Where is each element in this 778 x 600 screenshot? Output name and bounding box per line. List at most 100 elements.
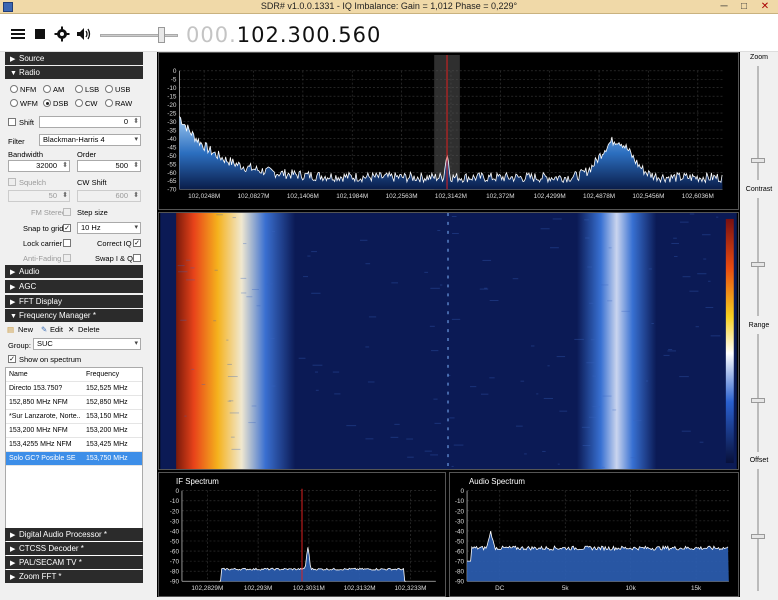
group-label: Group: [8, 341, 31, 350]
stepsize-select[interactable]: 10 Hz [77, 222, 141, 234]
show-on-spectrum-checkbox[interactable]: ✓ [8, 355, 16, 363]
zoom-label: Zoom [750, 54, 768, 61]
y-tick-label: 0 [461, 488, 465, 495]
noise-streak [547, 365, 550, 367]
y-tick-label: -10 [455, 498, 465, 505]
agc-header[interactable]: ▶ AGC [5, 280, 143, 293]
waterfall-panel[interactable] [158, 212, 739, 470]
noise-streak [424, 450, 432, 452]
offset-slider-track[interactable] [757, 469, 759, 591]
new-icon: ▤ [7, 325, 15, 334]
mode-radio-usb[interactable] [105, 85, 113, 93]
range-slider-track[interactable] [757, 334, 759, 452]
snap-checkbox[interactable]: ✓ [63, 224, 71, 232]
edit-button[interactable]: Edit [50, 325, 63, 334]
mode-radio-wfm[interactable] [10, 99, 18, 107]
table-row[interactable]: *Sur Lanzarote, Norte... 153,150 MHz [6, 410, 142, 424]
noise-streak [679, 376, 689, 378]
filter-select[interactable]: Blackman-Harris 4 [39, 134, 141, 146]
squelch-checkbox[interactable] [8, 178, 16, 186]
noise-streak [608, 247, 612, 249]
frequency-manager-header[interactable]: ▼ Frequency Manager * [5, 309, 143, 322]
table-row[interactable]: 153,200 MHz NFM 153,200 MHz [6, 424, 142, 438]
frequency-display[interactable]: 000.102.300.560 [186, 23, 381, 47]
row-name: 152,850 MHz NFM [9, 399, 68, 406]
squelch-input[interactable]: 50 [8, 190, 70, 202]
if-spectrum-panel[interactable]: IF Spectrum 0 -10 -20 -30 -40 -50 -60 -70 -80 -90… [158, 472, 446, 597]
close-button[interactable]: ✕ [755, 1, 775, 13]
table-row-selected[interactable]: Solo GC? Posible SE 153,750 MHz [6, 452, 142, 466]
spectrum-panel[interactable]: 0 -5-10 -15-20 -25-30-35 -40-45 -50-55 -60-65 -… [158, 52, 739, 210]
table-row[interactable]: Directo 153.750? 152,525 MHz [6, 382, 142, 396]
column-header-name[interactable]: Name [9, 368, 81, 382]
zoom-slider-thumb[interactable] [751, 158, 765, 163]
fft-display-header[interactable]: ▶ FFT Display [5, 295, 143, 308]
contrast-slider-track[interactable] [757, 198, 759, 316]
swapiq-label: Swap I & Q [95, 254, 133, 263]
noise-streak [424, 271, 429, 273]
mode-radio-lsb[interactable] [75, 85, 83, 93]
row-frequency: 152,850 MHz [86, 399, 128, 406]
mode-label-raw: RAW [115, 99, 133, 108]
volume-slider-thumb[interactable] [158, 27, 165, 43]
order-input[interactable]: 500 [77, 160, 141, 172]
delete-button[interactable]: Delete [78, 325, 100, 334]
ctcss-decoder-header[interactable]: ▶ CTCSS Decoder * [5, 542, 143, 555]
mode-radio-am[interactable] [43, 85, 51, 93]
gear-icon[interactable] [54, 26, 70, 42]
y-tick-label: -40 [455, 528, 465, 535]
speaker-icon[interactable] [76, 26, 92, 42]
new-button[interactable]: New [18, 325, 33, 334]
y-tick-label: -50 [167, 153, 177, 160]
source-header[interactable]: ▶ Source [5, 52, 143, 65]
frequency-prefix: 000. [186, 23, 237, 47]
fmstereo-label: FM Stereo [31, 208, 67, 217]
x-tick-label: 102,372M [486, 193, 515, 200]
noise-streak [201, 383, 206, 385]
shift-checkbox[interactable] [8, 118, 16, 126]
group-select[interactable]: SUC [33, 338, 141, 350]
fmstereo-checkbox[interactable] [63, 208, 71, 216]
offset-slider-thumb[interactable] [751, 534, 765, 539]
x-tick-label: 102,1406M [287, 193, 319, 200]
zoom-fft-header[interactable]: ▶ Zoom FFT * [5, 570, 143, 583]
shift-input[interactable]: 0 [39, 116, 141, 128]
lockcarrier-checkbox[interactable] [63, 239, 71, 247]
y-tick-label: 0 [173, 68, 177, 75]
pal-secam-header[interactable]: ▶ PAL/SECAM TV * [5, 556, 143, 569]
radio-header[interactable]: ▼ Radio [5, 66, 143, 79]
noise-streak [530, 345, 535, 347]
table-row[interactable]: 153,4255 MHz NFM 153,425 MHz [6, 438, 142, 452]
correctiq-checkbox[interactable]: ✓ [133, 239, 141, 247]
noise-streak [177, 265, 185, 267]
noise-streak [430, 454, 438, 456]
y-tick-label: -15 [167, 94, 177, 101]
if-spectrum-y-ticks: 0 -10 -20 -30 -40 -50 -60 -70 -80 -90 [170, 488, 180, 586]
bandwidth-input[interactable]: 32000 [8, 160, 70, 172]
swapiq-checkbox[interactable] [133, 254, 141, 262]
audio-header[interactable]: ▶ Audio [5, 265, 143, 278]
column-header-frequency[interactable]: Frequency [86, 368, 142, 382]
audio-spectrum-panel[interactable]: Audio Spectrum 0 -10 -20 -30 -40 -50 -60 -70 -80… [449, 472, 739, 597]
range-slider-thumb[interactable] [751, 398, 765, 403]
antifading-checkbox[interactable] [63, 254, 71, 262]
cwshift-input[interactable]: 600 [77, 190, 141, 202]
maximize-button[interactable]: □ [734, 1, 754, 13]
volume-slider-track[interactable] [100, 34, 178, 37]
stop-icon[interactable] [32, 26, 48, 42]
menu-icon[interactable] [10, 26, 26, 42]
mode-radio-dsb[interactable] [43, 99, 51, 107]
noise-streak [710, 335, 721, 337]
table-row[interactable]: 152,850 MHz NFM 152,850 MHz [6, 396, 142, 410]
y-tick-label: 0 [175, 488, 179, 495]
row-frequency: 152,525 MHz [86, 385, 128, 392]
mode-radio-raw[interactable] [105, 99, 113, 107]
mode-radio-nfm[interactable] [10, 85, 18, 93]
y-tick-label: -10 [170, 498, 180, 505]
contrast-slider-thumb[interactable] [751, 262, 765, 267]
digital-audio-processor-header[interactable]: ▶ Digital Audio Processor * [5, 528, 143, 541]
cwshift-label: CW Shift [77, 178, 107, 187]
minimize-button[interactable]: ─ [714, 1, 734, 13]
noise-streak [433, 398, 438, 400]
mode-radio-cw[interactable] [75, 99, 83, 107]
